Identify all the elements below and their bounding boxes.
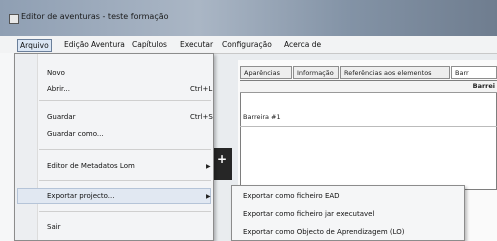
menu-separator [39, 180, 211, 181]
menu-item-exportar-projecto[interactable]: Exportar projecto... [47, 192, 114, 200]
menu-item-guardar-como[interactable]: Guardar como... [47, 130, 104, 138]
file-menu: Novo Abrir... Ctrl+L Guardar Ctrl+S Guar… [14, 53, 214, 241]
table-row[interactable]: Barreira #1 [243, 113, 281, 121]
menu-item-exportar-ead[interactable]: Exportar como ficheiro EAD [243, 192, 340, 200]
menu-item-exportar-lo[interactable]: Exportar como Objecto de Aprendizagem (L… [243, 228, 405, 236]
menu-separator [39, 100, 211, 101]
menu-separator [39, 211, 211, 212]
menu-separator [39, 149, 211, 150]
menu-arquivo[interactable]: Arquivo [17, 39, 52, 52]
tab-barreiras[interactable]: Barr [451, 66, 497, 79]
app-icon [9, 14, 19, 24]
tab-aparencias[interactable]: Aparências [240, 66, 292, 79]
menu-aventura[interactable]: Aventura [89, 39, 127, 50]
plus-icon[interactable]: + [217, 152, 227, 166]
menu-edicao[interactable]: Edição [62, 39, 91, 50]
submenu-arrow-icon: ▶ [206, 163, 211, 170]
menu-item-abrir[interactable]: Abrir... [47, 85, 70, 93]
window-titlebar: Editor de aventuras - teste formação [0, 0, 497, 37]
menu-item-novo[interactable]: Novo [47, 69, 65, 77]
menubar: Arquivo Edição Aventura Capítulos Execut… [0, 36, 497, 54]
menu-item-exportar-jar[interactable]: Exportar como ficheiro jar executavel [243, 210, 374, 218]
table-header[interactable]: Barrei [240, 81, 497, 93]
menu-item-guardar[interactable]: Guardar [47, 113, 76, 121]
menu-icon-strip [15, 54, 38, 240]
shortcut-guardar: Ctrl+S [190, 113, 213, 121]
menu-acerca-de[interactable]: Acerca de [282, 39, 323, 50]
submenu-arrow-icon: ▶ [206, 193, 211, 200]
menu-configuracao[interactable]: Configuração [220, 39, 274, 50]
tab-referencias[interactable]: Referências aos elementos [340, 66, 450, 79]
menu-capitulos[interactable]: Capítulos [130, 39, 169, 50]
row-divider [240, 126, 497, 127]
export-submenu: Exportar como ficheiro EAD Exportar como… [231, 185, 465, 241]
menu-item-editor-metadatos[interactable]: Editor de Metadatos Lom [47, 162, 135, 170]
table-header-label: Barrei [472, 82, 495, 90]
window-title: Editor de aventuras - teste formação [21, 12, 169, 21]
tab-informacao[interactable]: Informação [293, 66, 339, 79]
menu-item-sair[interactable]: Sair [47, 223, 61, 231]
left-gutter [0, 53, 14, 241]
elements-table [240, 80, 497, 190]
shortcut-abrir: Ctrl+L [190, 85, 213, 93]
menu-executar[interactable]: Executar [178, 39, 215, 50]
